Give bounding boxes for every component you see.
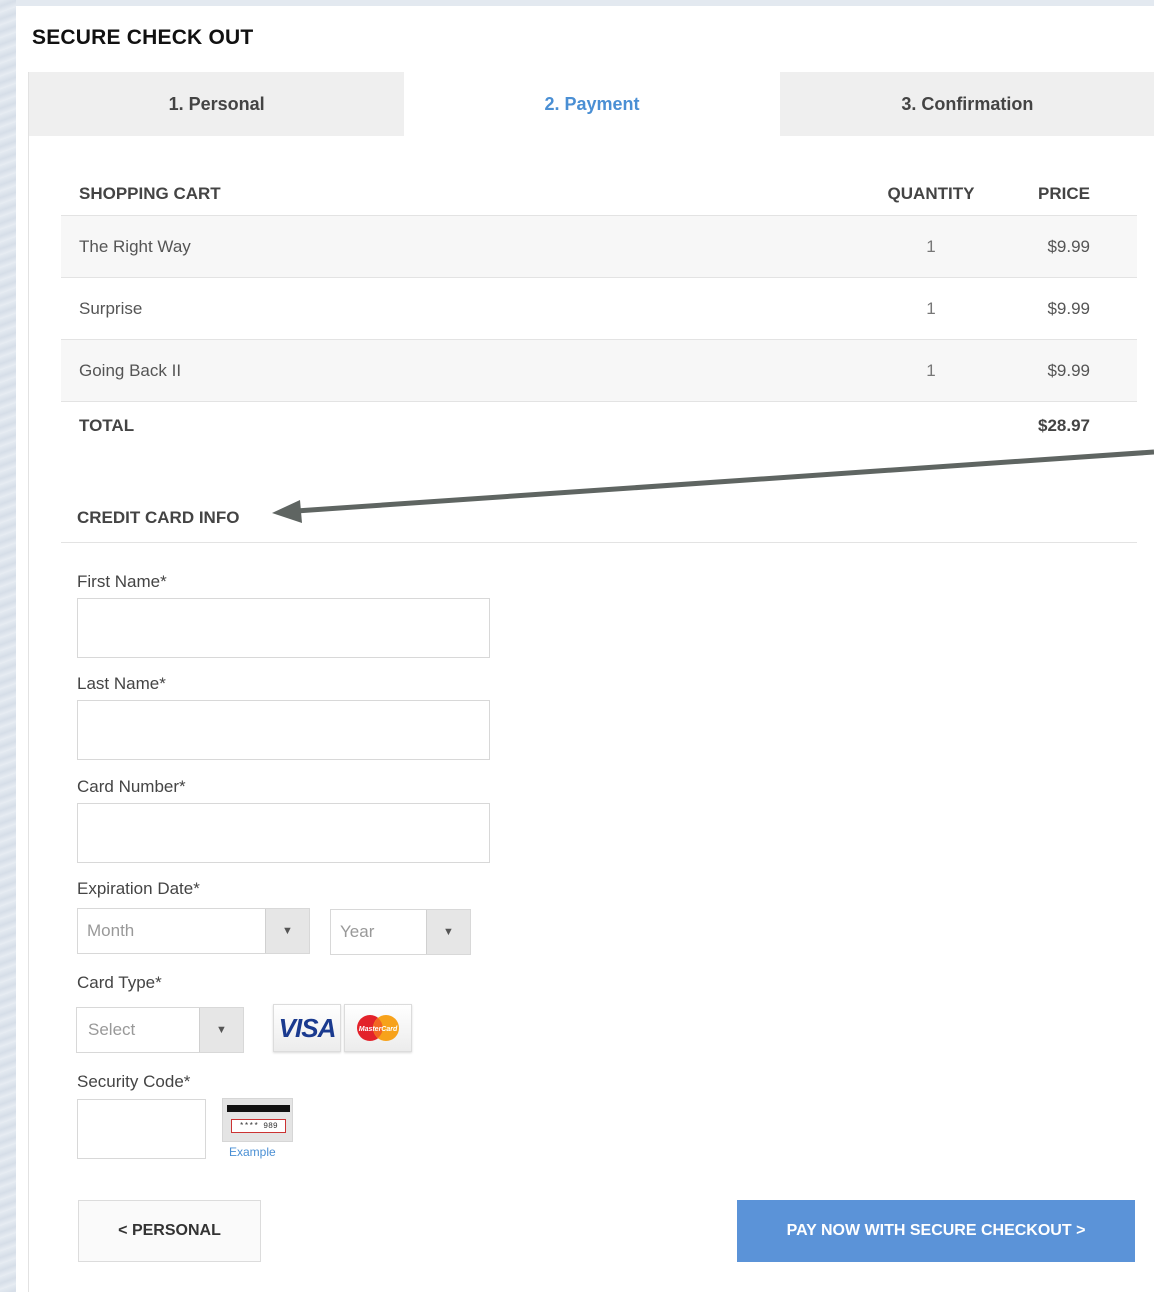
card-type-label: Card Type*	[77, 973, 162, 992]
magnetic-strip	[227, 1105, 290, 1112]
table-row: The Right Way 1 $9.99	[61, 216, 1137, 278]
cart-header-quantity: QUANTITY	[887, 183, 975, 203]
table-row: Surprise 1 $9.99	[61, 278, 1137, 340]
cart-total-value: $28.97	[1038, 416, 1090, 435]
cart-total-row: TOTAL $28.97	[61, 402, 1137, 450]
shopping-cart-table: SHOPPING CART QUANTITY PRICE The Right W…	[61, 172, 1137, 450]
security-code-input[interactable]	[77, 1099, 206, 1159]
chevron-down-icon[interactable]: ▼	[265, 909, 309, 953]
card-number-input[interactable]	[77, 803, 490, 863]
month-select-value: Month	[87, 921, 135, 940]
cart-header-name: SHOPPING CART	[79, 183, 221, 203]
tab-confirmation[interactable]: 3. Confirmation	[779, 72, 1154, 136]
expiration-date-label: Expiration Date*	[77, 879, 200, 898]
cart-item-price: $9.99	[1047, 236, 1090, 256]
security-code-example-link[interactable]: Example	[229, 1145, 276, 1159]
first-name-label: First Name*	[77, 572, 167, 591]
first-name-input[interactable]	[77, 598, 490, 658]
cvv-sample-box: **** 989	[231, 1119, 286, 1133]
last-name-label: Last Name*	[77, 674, 166, 693]
mastercard-logo-text: MasterCard	[359, 1026, 398, 1033]
security-code-label: Security Code*	[77, 1072, 191, 1091]
checkout-card: 1. Personal 2. Payment 3. Confirmation S…	[28, 72, 1154, 1292]
cart-item-name: Going Back II	[79, 360, 182, 380]
tab-payment[interactable]: 2. Payment	[404, 72, 780, 136]
chevron-down-icon[interactable]: ▼	[199, 1008, 243, 1052]
visa-logo-text: VISA	[278, 1012, 337, 1043]
tab-personal[interactable]: 1. Personal	[29, 72, 405, 136]
checkout-steps: 1. Personal 2. Payment 3. Confirmation	[29, 72, 1154, 136]
cart-item-quantity: 1	[926, 236, 936, 256]
back-to-personal-button[interactable]: < PERSONAL	[78, 1200, 261, 1262]
card-type-select-value: Select	[88, 1020, 136, 1039]
mastercard-icon: MasterCard	[357, 1015, 399, 1041]
expiration-month-select[interactable]: Month ▼	[77, 908, 310, 954]
cart-item-price: $9.99	[1047, 360, 1090, 380]
cart-header-row: SHOPPING CART QUANTITY PRICE	[61, 172, 1137, 216]
card-type-select[interactable]: Select ▼	[76, 1007, 244, 1053]
table-row: Going Back II 1 $9.99	[61, 340, 1137, 402]
credit-card-section-title: CREDIT CARD INFO	[77, 508, 240, 527]
background-left-edge	[0, 0, 16, 1292]
cart-item-name: Surprise	[79, 298, 143, 318]
cart-item-quantity: 1	[926, 298, 936, 318]
checkout-panel: SECURE CHECK OUT 1. Personal 2. Payment …	[16, 6, 1154, 1292]
chevron-down-icon[interactable]: ▼	[426, 910, 470, 954]
cart-header-price: PRICE	[1038, 183, 1090, 203]
cart-total-label: TOTAL	[79, 416, 135, 435]
year-select-value: Year	[340, 922, 375, 941]
pay-now-button[interactable]: PAY NOW WITH SECURE CHECKOUT >	[737, 1200, 1135, 1262]
security-code-example-image: **** 989	[222, 1098, 293, 1142]
section-divider	[61, 542, 1137, 543]
mastercard-logo: MasterCard	[344, 1004, 412, 1052]
expiration-year-select[interactable]: Year ▼	[330, 909, 471, 955]
cart-item-price: $9.99	[1047, 298, 1090, 318]
cart-item-name: The Right Way	[79, 236, 191, 256]
visa-logo: VISA	[273, 1004, 341, 1052]
cart-item-quantity: 1	[926, 360, 936, 380]
card-number-label: Card Number*	[77, 777, 186, 796]
page-title: SECURE CHECK OUT	[32, 26, 254, 49]
last-name-input[interactable]	[77, 700, 490, 760]
